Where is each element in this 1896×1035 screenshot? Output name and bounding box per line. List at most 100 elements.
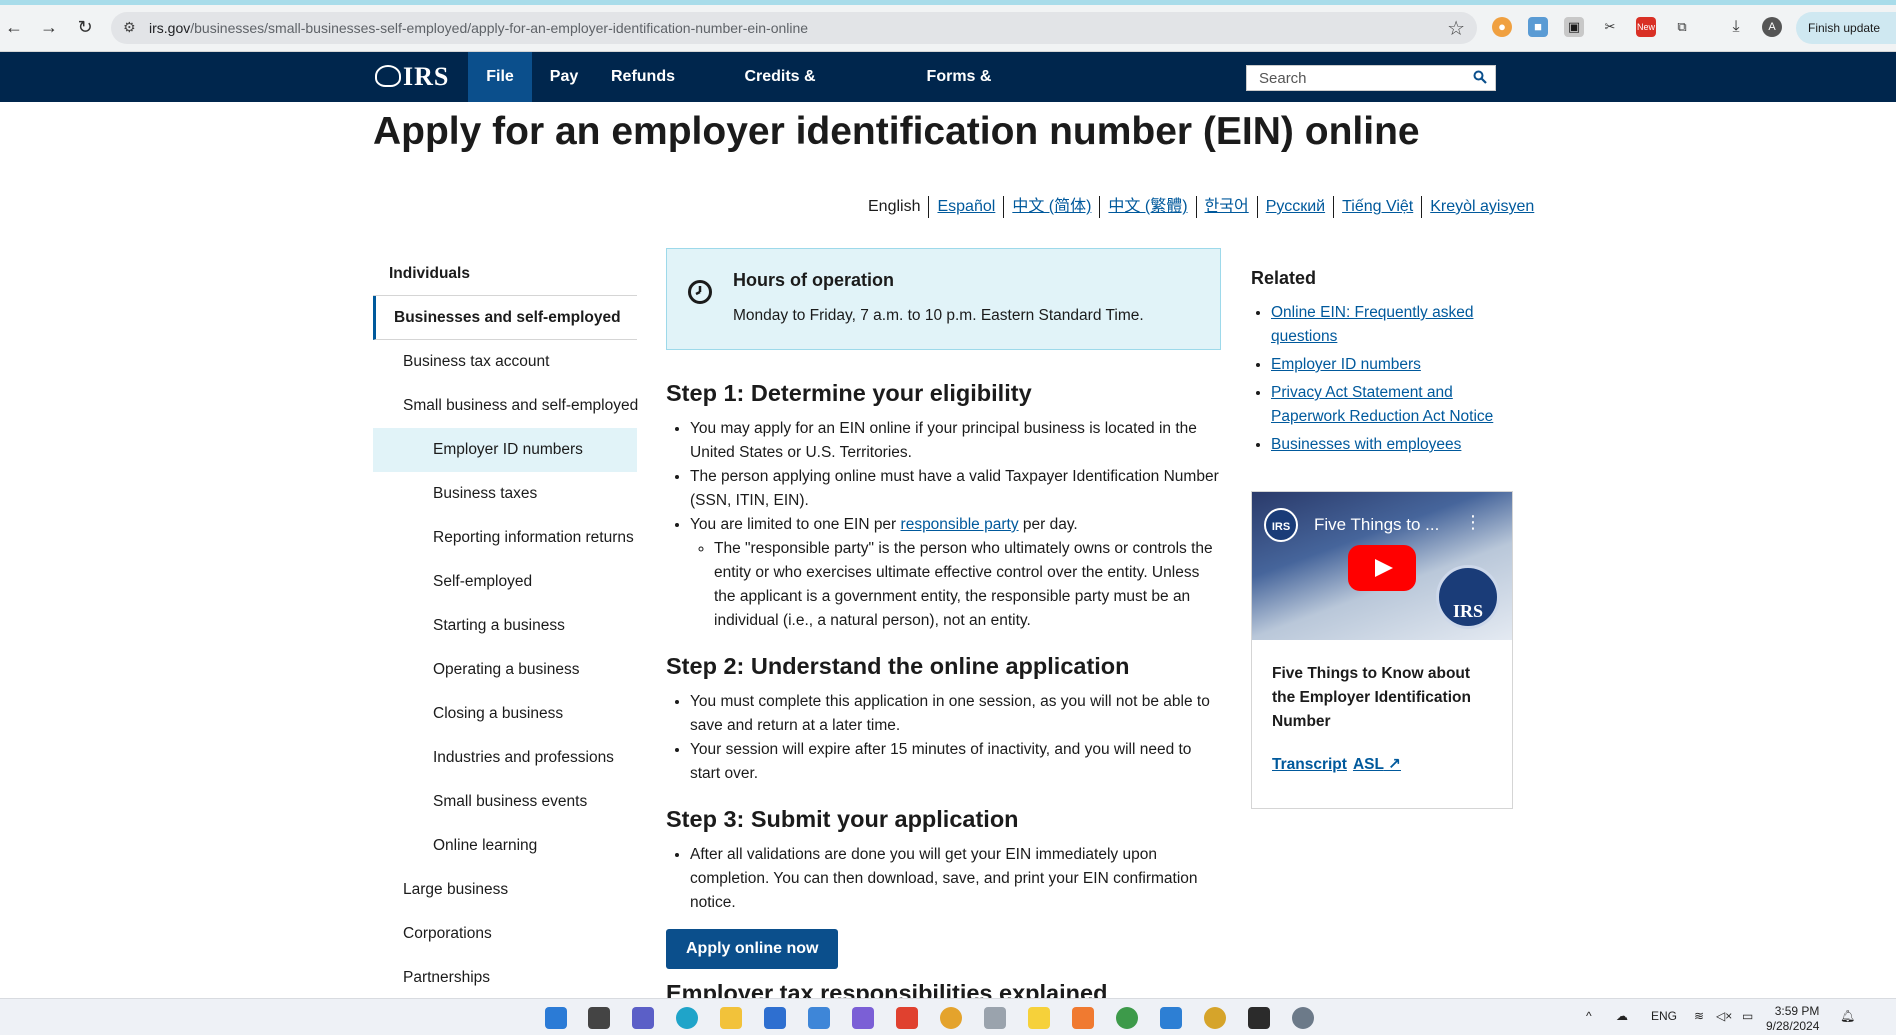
edge-icon[interactable]	[676, 1007, 698, 1029]
sidebar-item-employer-id[interactable]: Employer ID numbers	[373, 428, 637, 472]
address-bar[interactable]: ⚙ irs.gov/businesses/small-businesses-se…	[111, 12, 1477, 44]
tray-chevron-icon[interactable]: ^	[1586, 1009, 1592, 1023]
app-red-icon[interactable]	[896, 1007, 918, 1029]
teams-icon[interactable]	[632, 1007, 654, 1029]
sidebar-item-businesses[interactable]: Businesses and self-employed	[373, 296, 637, 340]
sidebar-item-starting-business[interactable]: Starting a business	[373, 604, 637, 648]
lang-vietnamese[interactable]: Tiếng Việt	[1334, 196, 1423, 218]
nav-file[interactable]: File	[468, 52, 532, 102]
related-link-privacy-act[interactable]: Privacy Act Statement and Paperwork Redu…	[1271, 384, 1493, 425]
chrome-profile-icon[interactable]	[1116, 1007, 1138, 1029]
language-indicator[interactable]: ENG	[1651, 1009, 1677, 1023]
chrome-icon[interactable]	[940, 1007, 962, 1029]
wifi-icon[interactable]: ≋	[1694, 1009, 1704, 1023]
lang-haitian-creole[interactable]: Kreyòl ayisyen	[1422, 196, 1542, 218]
nav-refunds[interactable]: Refunds	[606, 52, 680, 102]
start-icon[interactable]	[545, 1007, 567, 1029]
lang-espanol[interactable]: Español	[929, 196, 1005, 218]
eagle-icon	[375, 65, 401, 87]
sidebar-item-self-employed[interactable]: Self-employed	[373, 560, 637, 604]
step1-heading: Step 1: Determine your eligibility	[666, 380, 1032, 406]
nav-pay[interactable]: Pay	[542, 52, 586, 102]
sidebar-item-business-tax-account[interactable]: Business tax account	[373, 340, 637, 384]
sidebar-item-individuals[interactable]: Individuals	[373, 252, 637, 296]
search-box	[1246, 65, 1496, 91]
profile-avatar[interactable]: A	[1762, 17, 1782, 37]
extension-1-icon[interactable]: ●	[1492, 17, 1512, 37]
extension-3-icon[interactable]: ▣	[1564, 17, 1584, 37]
video-thumb-title: Five Things to ...	[1314, 515, 1440, 534]
forward-icon[interactable]: →	[38, 16, 60, 38]
more-options-icon[interactable]: ⋮	[1464, 512, 1482, 533]
play-icon[interactable]	[1348, 545, 1416, 591]
app-icon[interactable]	[852, 1007, 874, 1029]
chrome-canary-icon[interactable]	[1204, 1007, 1226, 1029]
sidebar-item-events[interactable]: Small business events	[373, 780, 637, 824]
terminal-icon[interactable]	[1248, 1007, 1270, 1029]
site-info-icon[interactable]: ⚙	[123, 19, 136, 36]
irs-logo[interactable]: IRS	[375, 62, 449, 92]
lang-chinese-simplified[interactable]: 中文 (简体)	[1004, 196, 1101, 218]
sidebar-item-industries[interactable]: Industries and professions	[373, 736, 637, 780]
onedrive-icon[interactable]: ☁	[1616, 1009, 1628, 1023]
app-gray-icon[interactable]	[984, 1007, 1006, 1029]
sidebar-item-small-business[interactable]: Small business and self-employed	[373, 384, 638, 428]
extension-new-icon[interactable]: New	[1636, 17, 1656, 37]
reload-icon[interactable]: ↻	[74, 16, 96, 38]
notification-bell-icon[interactable]: 🔔︎	[1840, 1009, 1855, 1023]
search-icon[interactable]	[1473, 70, 1487, 84]
mail-icon[interactable]	[808, 1007, 830, 1029]
lang-russian[interactable]: Русский	[1258, 196, 1335, 218]
step3-list: After all validations are done you will …	[666, 843, 1221, 915]
list-item: Your session will expire after 15 minute…	[690, 738, 1221, 786]
lang-chinese-traditional[interactable]: 中文 (繁體)	[1100, 196, 1197, 218]
volume-icon[interactable]: ◁×	[1716, 1009, 1732, 1023]
sidebar-item-business-taxes[interactable]: Business taxes	[373, 472, 637, 516]
sidebar-item-reporting-returns[interactable]: Reporting information returns	[373, 516, 637, 560]
sidebar-item-closing-business[interactable]: Closing a business	[373, 692, 637, 736]
finish-update-button[interactable]: Finish update	[1796, 12, 1896, 44]
url-text[interactable]: irs.gov/businesses/small-businesses-self…	[149, 20, 808, 36]
irs-seal-icon: IRS	[1436, 565, 1500, 629]
download-icon[interactable]: ⤓	[1726, 17, 1746, 37]
app-orange-icon[interactable]	[1072, 1007, 1094, 1029]
apply-online-button[interactable]: Apply online now	[666, 929, 839, 969]
nav-credits-deductions[interactable]: Credits & Deductions	[706, 52, 854, 135]
settings-icon[interactable]	[1292, 1007, 1314, 1029]
search-input[interactable]	[1247, 66, 1467, 90]
responsible-party-link[interactable]: responsible party	[901, 516, 1019, 533]
sidebar-item-partnerships[interactable]: Partnerships	[373, 956, 637, 1000]
sidebar-item-operating-business[interactable]: Operating a business	[373, 648, 637, 692]
channel-logo[interactable]: IRS	[1264, 508, 1298, 542]
extension-2-icon[interactable]: ■	[1528, 17, 1548, 37]
hours-title: Hours of operation	[733, 270, 894, 290]
related-link-employer-id[interactable]: Employer ID numbers	[1271, 356, 1421, 373]
lang-korean[interactable]: 한국어	[1197, 196, 1258, 218]
transcript-link[interactable]: Transcript	[1272, 756, 1347, 773]
sticky-notes-icon[interactable]	[1028, 1007, 1050, 1029]
extensions-puzzle-icon[interactable]: ⧉	[1672, 17, 1692, 37]
battery-icon[interactable]: ▭	[1742, 1009, 1753, 1023]
related-link-online-ein-faq[interactable]: Online EIN: Frequently asked questions	[1271, 304, 1473, 345]
asl-link[interactable]: ASL ↗	[1353, 756, 1401, 773]
back-icon[interactable]: ←	[3, 16, 25, 38]
list-item: You must complete this application in on…	[690, 690, 1221, 738]
sidebar-item-large-business[interactable]: Large business	[373, 868, 637, 912]
list-item: The "responsible party" is the person wh…	[714, 537, 1221, 633]
task-view-icon[interactable]	[588, 1007, 610, 1029]
url-path: /businesses/small-businesses-self-employ…	[190, 20, 809, 36]
bookmark-star-icon[interactable]: ☆	[1447, 16, 1465, 41]
hours-callout: Hours of operation Monday to Friday, 7 a…	[666, 248, 1221, 350]
sidebar-item-corporations[interactable]: Corporations	[373, 912, 637, 956]
file-explorer-icon[interactable]	[720, 1007, 742, 1029]
nav-forms-instructions[interactable]: Forms & Instructions	[884, 52, 1034, 135]
extension-4-icon[interactable]: ✂	[1600, 17, 1620, 37]
video-player[interactable]: IRS Five Things to ... ⋮ IRS	[1252, 492, 1512, 640]
system-clock[interactable]: 3:59 PM 9/28/2024	[1766, 1004, 1819, 1034]
sidebar-item-online-learning[interactable]: Online learning	[373, 824, 637, 868]
video-links: Transcript ASL ↗	[1272, 755, 1407, 774]
store-icon[interactable]	[764, 1007, 786, 1029]
related-link-businesses-employees[interactable]: Businesses with employees	[1271, 436, 1461, 453]
tab-strip	[0, 0, 1896, 5]
vscode-icon[interactable]	[1160, 1007, 1182, 1029]
